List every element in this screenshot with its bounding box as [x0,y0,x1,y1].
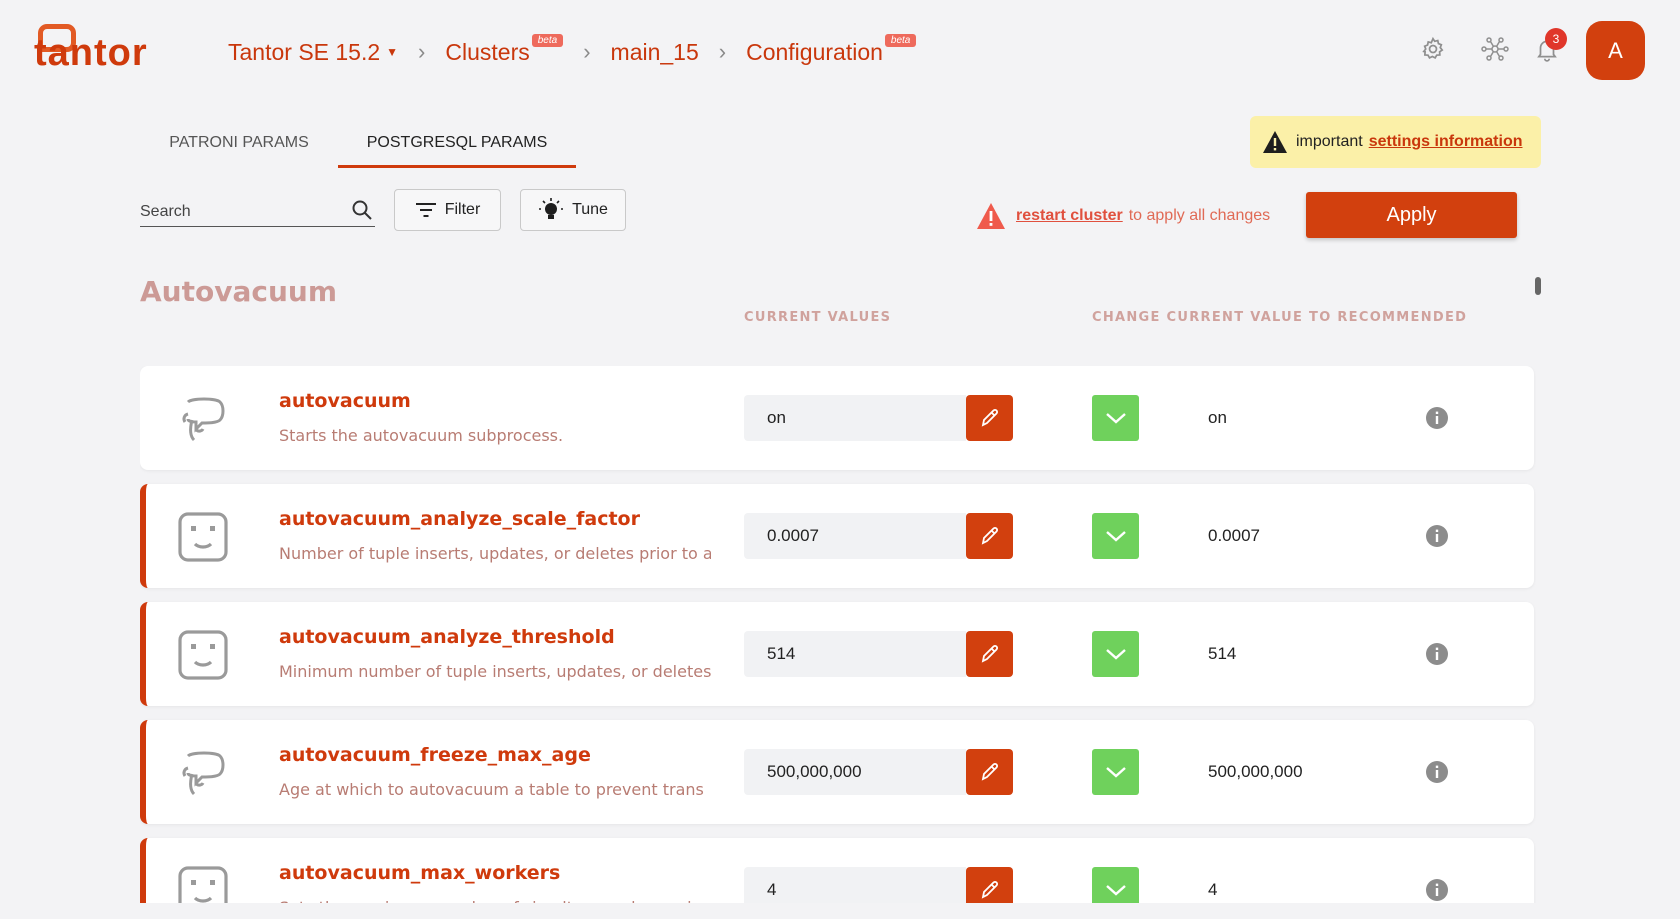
postgres-elephant-icon [176,746,230,800]
settings-information-link[interactable]: settings information [1369,133,1523,151]
avatar[interactable]: A [1586,21,1645,80]
breadcrumb: Tantor SE 15.2 ▼ › Clusters beta › main_… [228,33,917,70]
lightbulb-icon [539,198,564,219]
pencil-icon [981,645,998,663]
param-name[interactable]: autovacuum_freeze_max_age [279,744,591,766]
param-name[interactable]: autovacuum [279,390,411,412]
pencil-icon [981,527,998,545]
tab-postgresql-params[interactable]: POSTGRESQL PARAMS [338,122,576,168]
param-name[interactable]: autovacuum_analyze_threshold [279,626,615,648]
edit-button[interactable] [966,867,1013,903]
section-title: Autovacuum [140,275,338,308]
network-topology-icon[interactable] [1480,36,1510,62]
chevron-down-icon [1105,531,1126,542]
beta-badge: beta [884,33,917,47]
info-icon[interactable] [1425,642,1449,666]
apply-recommended-button[interactable] [1092,867,1139,903]
info-icon[interactable] [1425,406,1449,430]
recommended-value: 514 [1208,644,1237,663]
tab-patroni-params[interactable]: PATRONI PARAMS [142,122,336,168]
search-icon[interactable] [351,199,373,221]
chevron-down-icon [1105,649,1126,660]
apply-recommended-button[interactable] [1092,749,1139,795]
current-value-field[interactable]: 514 [744,631,966,677]
chevron-right-icon: › [418,39,426,64]
scrollbar-thumb[interactable] [1535,277,1541,295]
recommended-value: 4 [1208,880,1218,899]
current-value-field[interactable]: 4 [744,867,966,903]
chevron-right-icon: › [718,39,727,64]
breadcrumb-product[interactable]: Tantor SE 15.2 ▼ [228,39,398,66]
param-description: Starts the autovacuum subprocess. [279,426,564,445]
top-header: tantor Tantor SE 15.2 ▼ › Clusters beta … [0,0,1680,100]
param-row: autovacuum_analyze_threshold Minimum num… [140,602,1534,706]
pencil-icon [981,881,998,899]
warning-icon [977,203,1005,229]
chevron-down-icon [1105,767,1126,778]
tune-button[interactable]: Tune [520,189,626,231]
info-icon[interactable] [1425,878,1449,902]
warning-icon [1263,131,1287,153]
apply-button[interactable]: Apply [1306,192,1517,238]
tantor-logo[interactable]: tantor [34,24,164,80]
edit-button[interactable] [966,749,1013,795]
chevron-right-icon: › [583,39,591,64]
beta-badge: beta [531,33,564,47]
filter-button[interactable]: Filter [394,189,501,231]
param-row: autovacuum_analyze_scale_factor Number o… [140,484,1534,588]
breadcrumb-configuration[interactable]: Configuration beta [746,33,917,66]
param-description: Number of tuple inserts, updates, or del… [279,544,711,563]
recommended-value: 0.0007 [1208,526,1260,545]
tantor-dice-icon [176,510,230,564]
pencil-icon [981,763,998,781]
edit-button[interactable] [966,395,1013,441]
apply-recommended-button[interactable] [1092,631,1139,677]
pencil-icon [981,409,998,427]
tantor-dice-icon [176,864,230,903]
tantor-dice-icon [176,628,230,682]
column-header-recommended: CHANGE CURRENT VALUE TO RECOMMENDED [1092,310,1468,325]
param-description: Sets the maximum number of simultaneousl… [279,898,711,903]
info-icon[interactable] [1425,524,1449,548]
search-box [140,194,375,227]
filter-icon [415,203,436,217]
param-name[interactable]: autovacuum_analyze_scale_factor [279,508,640,530]
param-row: autovacuum_freeze_max_age Age at which t… [140,720,1534,824]
edit-button[interactable] [966,513,1013,559]
restart-cluster-link[interactable]: restart cluster [1016,207,1123,225]
breadcrumb-cluster-main[interactable]: main_15 [611,39,699,66]
edit-button[interactable] [966,631,1013,677]
current-value-field[interactable]: 0.0007 [744,513,966,559]
notification-count-badge: 3 [1545,28,1567,50]
param-list: autovacuum Starts the autovacuum subproc… [140,366,1536,903]
param-name[interactable]: autovacuum_max_workers [279,862,560,884]
gear-icon[interactable] [1420,36,1446,62]
search-input[interactable] [140,200,340,224]
current-value-field[interactable]: on [744,395,966,441]
breadcrumb-clusters[interactable]: Clusters beta [445,33,564,66]
apply-recommended-button[interactable] [1092,395,1139,441]
param-description: Minimum number of tuple inserts, updates… [279,662,711,681]
current-value-field[interactable]: 500,000,000 [744,749,966,795]
important-notice: important settings information [1250,116,1541,168]
chevron-down-icon [1105,413,1126,424]
param-description: Age at which to autovacuum a table to pr… [279,780,704,799]
logo-text: tantor [34,32,148,74]
param-row: autovacuum_max_workers Sets the maximum … [140,838,1534,903]
recommended-value: 500,000,000 [1208,762,1303,781]
apply-recommended-button[interactable] [1092,513,1139,559]
restart-notice: restart cluster to apply all changes [976,200,1270,232]
chevron-down-icon [1105,885,1126,896]
postgres-elephant-icon [176,392,230,446]
column-header-current: CURRENT VALUES [744,310,892,325]
param-row: autovacuum Starts the autovacuum subproc… [140,366,1534,470]
recommended-value: on [1208,408,1227,427]
info-icon[interactable] [1425,760,1449,784]
caret-down-icon: ▼ [386,45,399,59]
